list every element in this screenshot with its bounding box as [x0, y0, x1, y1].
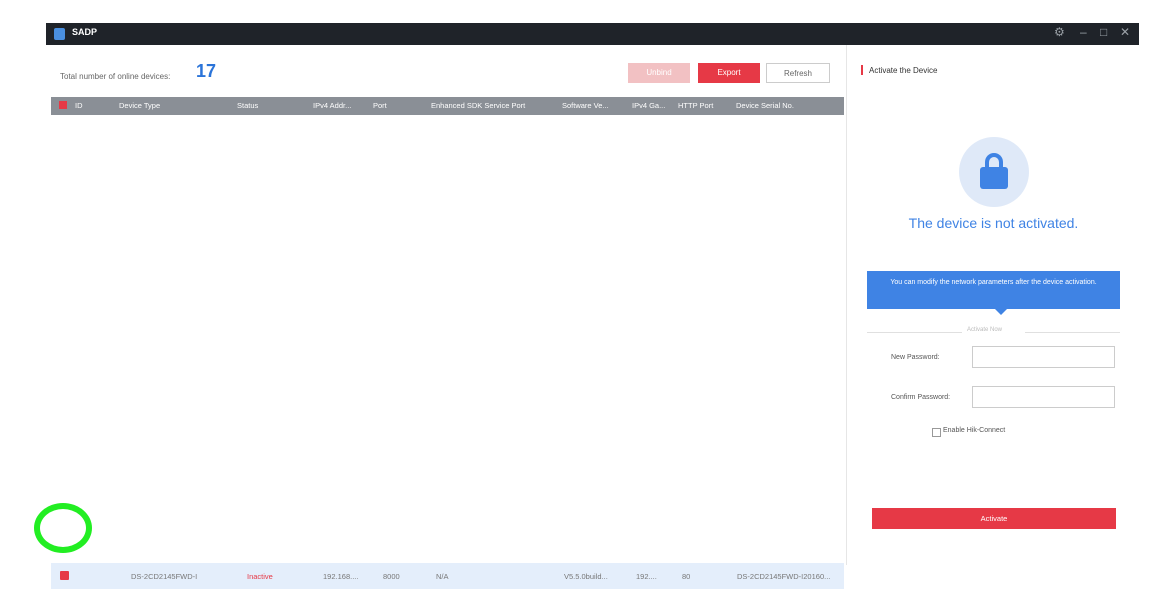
online-devices-label: Total number of online devices: — [60, 72, 171, 81]
column-header-serial[interactable]: Device Serial No. — [736, 101, 794, 110]
confirm-password-label: Confirm Password: — [891, 394, 951, 401]
row-checkbox[interactable] — [60, 571, 69, 580]
column-header-sdk-port[interactable]: Enhanced SDK Service Port — [431, 101, 525, 110]
cell-serial: DS-2CD2145FWD-I20160... — [737, 572, 831, 581]
cell-gateway: 192.... — [636, 572, 657, 581]
column-header-http-port[interactable]: HTTP Port — [678, 101, 713, 110]
settings-icon[interactable]: ⚙ — [1054, 25, 1065, 39]
cell-status: Inactive — [247, 572, 273, 581]
panel-title: Activate the Device — [869, 66, 938, 75]
cell-port: 8000 — [383, 572, 400, 581]
password-strength-bar — [972, 376, 1115, 389]
column-header-status[interactable]: Status — [237, 101, 258, 110]
cell-device-type: DS-2CD2145FWD-I — [131, 572, 198, 581]
table-row[interactable]: DS-2CD2145FWD-I Inactive 192.168.... 800… — [51, 563, 844, 589]
lock-body — [980, 167, 1008, 189]
activation-status-text: The device is not activated. — [908, 215, 1079, 231]
lock-icon — [959, 137, 1029, 207]
maximize-icon[interactable]: □ — [1100, 25, 1107, 39]
cell-ipv4: 192.168.... — [323, 572, 359, 581]
cell-http-port: 80 — [682, 572, 691, 581]
refresh-button[interactable]: Refresh — [766, 63, 830, 83]
column-header-gateway[interactable]: IPv4 Ga... — [632, 101, 665, 110]
activation-tooltip: You can modify the network parameters af… — [867, 271, 1120, 309]
title-bar: SADP ⚙ – □ ✕ — [46, 23, 1139, 45]
online-devices-count: 17 — [196, 61, 217, 81]
unbind-button[interactable]: Unbind — [628, 63, 690, 83]
divider-label: Activate Now — [967, 327, 1003, 333]
close-icon[interactable]: ✕ — [1120, 25, 1130, 39]
column-header-device-type[interactable]: Device Type — [119, 101, 160, 110]
column-header-software[interactable]: Software Ve... — [562, 101, 609, 110]
select-all-checkbox[interactable] — [59, 101, 67, 109]
confirm-password-field[interactable] — [972, 386, 1115, 408]
highlight-circle — [34, 503, 92, 553]
column-header-port[interactable]: Port — [373, 101, 387, 110]
app-title: SADP — [72, 27, 98, 37]
activation-panel: Activate the Device The device is not ac… — [846, 45, 1140, 565]
activate-button[interactable]: Activate — [872, 508, 1116, 529]
hik-connect-checkbox[interactable] — [932, 428, 941, 437]
new-password-label: New Password: — [891, 354, 940, 361]
cell-software: V5.5.0build... — [564, 572, 608, 581]
divider-right — [1025, 332, 1120, 333]
panel-title-marker — [861, 65, 863, 75]
hik-connect-label: Enable Hik-Connect — [943, 427, 1006, 434]
column-header-id[interactable]: ID — [75, 101, 83, 110]
table-header: ID Device Type Status IPv4 Addr... Port … — [51, 97, 844, 115]
new-password-field[interactable] — [972, 346, 1115, 368]
app-logo-icon — [54, 28, 65, 40]
column-header-ipv4[interactable]: IPv4 Addr... — [313, 101, 351, 110]
export-button[interactable]: Export — [698, 63, 760, 83]
minimize-icon[interactable]: – — [1080, 25, 1087, 39]
tooltip-arrow — [995, 309, 1007, 315]
divider-left — [867, 332, 962, 333]
cell-sdk-port: N/A — [436, 572, 449, 581]
device-list-panel: Total number of online devices: 17 Unbin… — [46, 45, 846, 589]
